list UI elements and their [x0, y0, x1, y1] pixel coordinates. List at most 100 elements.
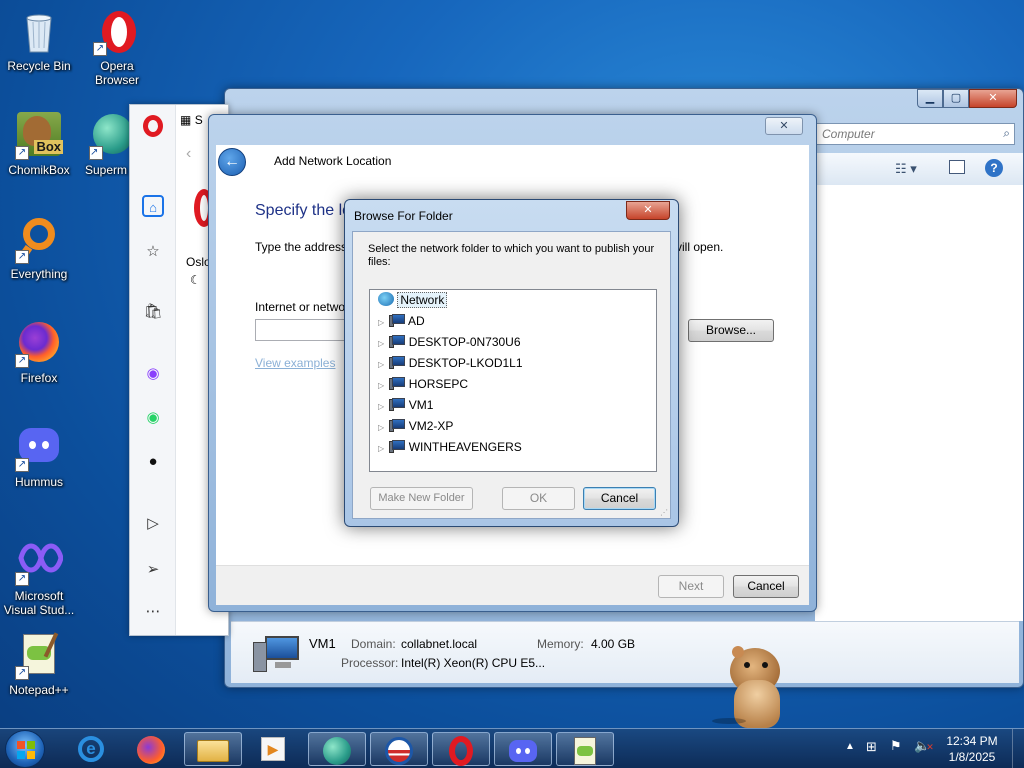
make-new-folder-button[interactable]: Make New Folder — [370, 487, 473, 510]
tree-item[interactable]: ▷ DESKTOP-LKOD1L1 — [378, 353, 523, 374]
resize-grip-icon[interactable]: ⋰ — [660, 508, 668, 517]
action-center-icon[interactable]: ⚑ — [890, 738, 902, 754]
home-icon[interactable]: ⌂ — [142, 195, 164, 217]
tree-item[interactable]: ▷ DESKTOP-0N730U6 — [378, 332, 521, 353]
cancel-button[interactable]: Cancel — [583, 487, 656, 510]
discord-icon: ↗ — [15, 424, 63, 472]
taskbar-ie[interactable]: e — [62, 732, 120, 766]
tab-label: S — [194, 113, 203, 127]
memory-label: Memory: — [537, 637, 584, 651]
tree-item[interactable]: ▷ VM1 — [378, 395, 433, 416]
computer-icon — [389, 419, 406, 432]
windows-logo-icon — [17, 741, 35, 759]
help-icon[interactable]: ? — [985, 159, 1003, 177]
taskbar-obama[interactable] — [370, 732, 428, 766]
clock[interactable]: 12:34 PM 1/8/2025 — [940, 733, 1004, 765]
start-button[interactable] — [5, 730, 45, 768]
clock-date: 1/8/2025 — [948, 750, 996, 764]
computer-icon — [389, 335, 406, 348]
view-options-icon[interactable]: ☷ ▾ — [895, 161, 917, 177]
desktop-icon-notepadpp[interactable]: ↗ Notepad++ — [1, 632, 77, 697]
taskbar-opera[interactable] — [432, 732, 490, 766]
firefox-icon: ↗ — [15, 320, 63, 368]
media-player-icon: ▶ — [261, 737, 285, 761]
maximize-button[interactable]: ▢ — [943, 89, 969, 108]
desktop-icon-chomikbox[interactable]: Box ↗ ChomikBox — [1, 112, 77, 177]
computer-icon — [389, 398, 406, 411]
notepadpp-icon — [574, 737, 596, 765]
computer-name: VM1 — [309, 636, 336, 651]
minimize-button[interactable]: ▁ — [917, 89, 943, 108]
everything-icon: ↗ — [15, 216, 63, 264]
tree-root-network[interactable]: Network — [378, 290, 448, 311]
show-desktop-button[interactable] — [1012, 729, 1024, 768]
expand-icon[interactable]: ▷ — [378, 354, 386, 375]
player-icon[interactable]: ▷ — [142, 513, 164, 535]
messenger-icon[interactable]: ◉ — [142, 363, 164, 385]
expand-icon[interactable]: ▷ — [378, 417, 386, 438]
desktop-icon-superm[interactable]: ↗ Superm — [79, 112, 133, 177]
weather-location: Oslo — [186, 255, 211, 269]
visual-studio-icon: ↗ — [15, 538, 64, 586]
back-icon[interactable]: ‹ — [186, 145, 191, 163]
taskbar-notepadpp[interactable] — [556, 732, 614, 766]
processor-value: Intel(R) Xeon(R) CPU E5... — [401, 656, 546, 670]
instruction-text-end: vill open. — [676, 240, 724, 254]
desktop-icon-recycle-bin[interactable]: Recycle Bin — [1, 8, 77, 73]
expand-icon[interactable]: ▷ — [378, 333, 386, 354]
tree-item[interactable]: ▷ AD — [378, 311, 425, 332]
search-input[interactable]: Computer — [822, 127, 875, 141]
star-icon[interactable]: ☆ — [142, 241, 164, 263]
send-icon[interactable]: ➢ — [142, 559, 164, 581]
computer-icon — [253, 636, 299, 674]
expand-icon[interactable]: ▷ — [378, 438, 386, 459]
browse-button[interactable]: Browse... — [688, 319, 774, 342]
next-button[interactable]: Next — [658, 575, 724, 598]
tree-item[interactable]: ▷ WINTHEAVENGERS — [378, 437, 522, 458]
desktop-icon-firefox[interactable]: ↗ Firefox — [1, 320, 77, 385]
tiktok-icon[interactable]: ● — [142, 451, 164, 473]
memory-value: 4.00 GB — [591, 637, 636, 651]
volume-muted-icon[interactable]: 🔈✕ — [914, 738, 934, 754]
desktop-icon-visual-studio[interactable]: ↗ Microsoft Visual Stud... — [1, 538, 77, 617]
search-icon[interactable]: ⌕ — [1003, 126, 1010, 141]
back-arrow-icon[interactable]: ← — [218, 148, 246, 176]
expand-icon[interactable]: ▷ — [378, 375, 386, 396]
folder-tree[interactable]: Network ▷ AD ▷ DESKTOP-0N730U6 ▷ DESKTOP… — [369, 289, 657, 472]
desktop-icon-label: Microsoft Visual Stud... — [3, 589, 75, 617]
ok-button[interactable]: OK — [502, 487, 575, 510]
bag-icon[interactable]: 🛍 — [142, 301, 164, 323]
view-examples-link[interactable]: View examples — [255, 356, 335, 370]
expand-icon[interactable]: ▷ — [378, 312, 386, 333]
show-hidden-icons[interactable]: ▲ — [845, 741, 855, 752]
taskbar-discord[interactable] — [494, 732, 552, 766]
close-button[interactable]: ✕ — [969, 89, 1017, 108]
wizard-title: Add Network Location — [274, 154, 392, 168]
dialog-body: Select the network folder to which you w… — [352, 231, 671, 519]
desktop-icon-opera[interactable]: ↗ Opera Browser — [79, 8, 155, 87]
search-box[interactable]: Computer ⌕ — [815, 123, 1015, 145]
desktop-icon-hummus[interactable]: ↗ Hummus — [1, 424, 77, 489]
tree-item[interactable]: ▷ VM2-XP — [378, 416, 453, 437]
taskbar-firefox[interactable] — [122, 732, 180, 766]
cancel-button[interactable]: Cancel — [733, 575, 799, 598]
chomikbox-icon: Box ↗ — [15, 112, 63, 160]
tree-item[interactable]: ▷ HORSEPC — [378, 374, 468, 395]
desktop-icon-everything[interactable]: ↗ Everything — [1, 216, 77, 281]
taskbar-explorer[interactable] — [184, 732, 242, 766]
preview-pane-icon[interactable] — [949, 160, 965, 174]
tree-item-label: DESKTOP-LKOD1L1 — [408, 356, 523, 370]
close-button[interactable]: ✕ — [626, 201, 670, 220]
expand-icon[interactable]: ▷ — [378, 396, 386, 417]
close-button[interactable]: ✕ — [765, 117, 803, 135]
opera-sidebar: ⌂ ☆ 🛍 ◉ ◉ ● ▷ ➢ ⋯ — [130, 105, 176, 635]
address-input[interactable] — [255, 319, 355, 341]
more-icon[interactable]: ⋯ — [142, 601, 164, 623]
network-tray-icon[interactable]: ⊞ — [866, 739, 877, 755]
ie-icon: e — [78, 736, 104, 762]
whatsapp-icon[interactable]: ◉ — [142, 407, 164, 429]
taskbar-media[interactable]: ▶ — [244, 732, 302, 766]
taskbar-superm[interactable] — [308, 732, 366, 766]
opera-logo-icon[interactable] — [143, 115, 163, 137]
superm-icon: ↗ — [89, 112, 133, 160]
